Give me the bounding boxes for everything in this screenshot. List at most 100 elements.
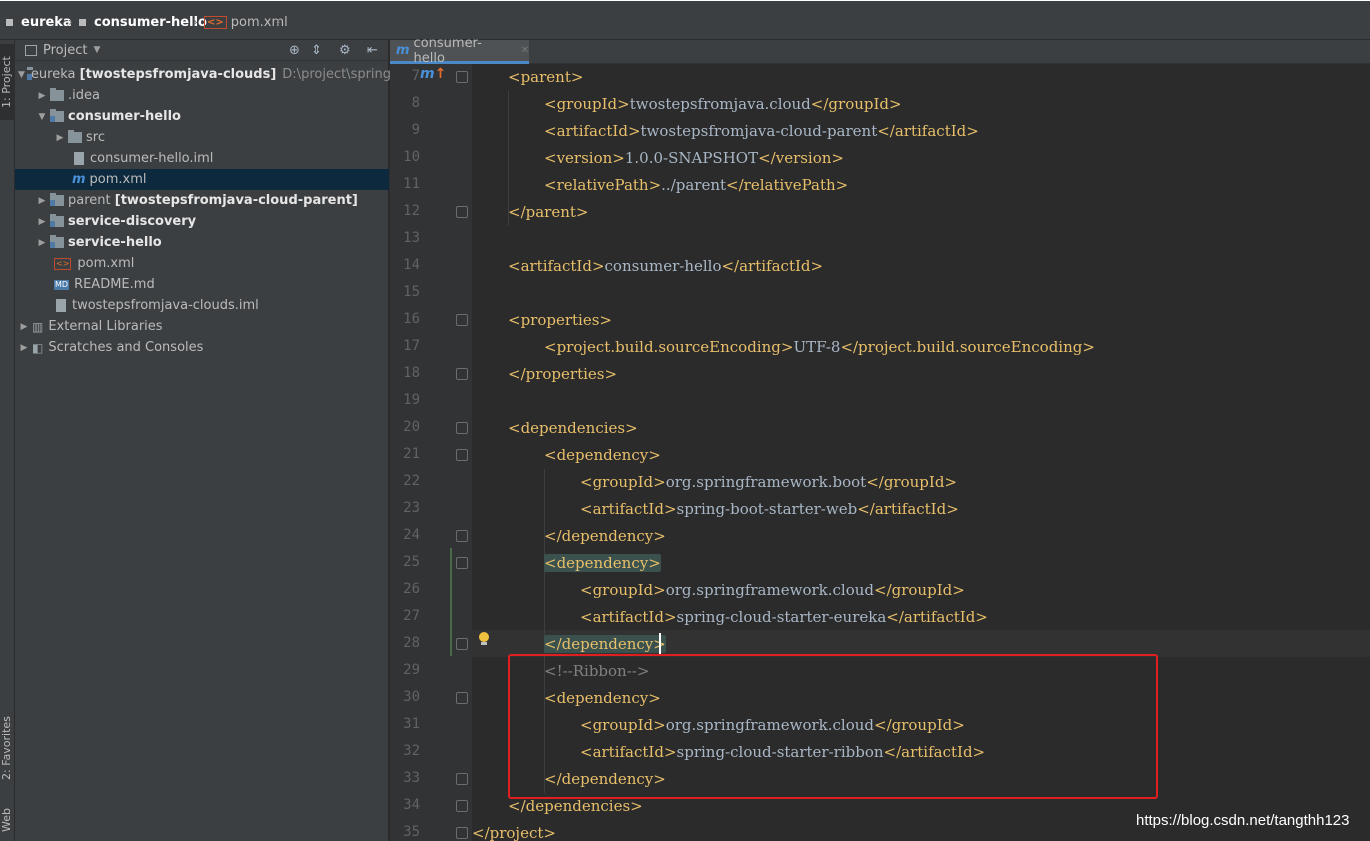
chevron-down-icon[interactable]: ▼ <box>93 45 100 55</box>
module-folder-icon <box>50 109 64 122</box>
collapsed-arrow-icon[interactable]: ▶ <box>36 91 48 101</box>
library-icon: ▥ <box>32 319 44 334</box>
code-line-18: </properties> <box>508 361 617 388</box>
fold-marker[interactable] <box>456 638 468 650</box>
line-number: 32 <box>403 743 420 759</box>
folder-icon <box>68 130 82 143</box>
fold-marker[interactable] <box>456 827 468 839</box>
module-folder-icon <box>50 235 64 248</box>
tree-item-scratches[interactable]: ▶ ◧ Scratches and Consoles <box>15 337 389 358</box>
line-number: 7 <box>411 68 420 84</box>
fold-marker[interactable] <box>456 206 468 218</box>
tree-item-service-hello[interactable]: ▶ service-hello <box>15 232 389 253</box>
tree-item-readme[interactable]: MD README.md <box>15 274 389 295</box>
fold-marker[interactable] <box>456 557 468 569</box>
tree-item-label: README.md <box>74 277 155 292</box>
code-line-10: <version>1.0.0-SNAPSHOT</version> <box>544 145 844 172</box>
tree-item-eureka[interactable]: ▼ eureka [twostepsfromjava-clouds] D:\pr… <box>15 64 412 85</box>
fold-marker[interactable] <box>456 449 468 461</box>
xml-file-icon: <> <box>54 257 72 270</box>
hide-panel-icon[interactable]: ⇤ <box>367 43 378 58</box>
xml-tag: </project> <box>472 824 556 841</box>
code-line-21: <dependency> <box>544 442 661 469</box>
project-tool-tab[interactable]: 1: Project <box>0 44 15 120</box>
tree-item-consumer-hello[interactable]: ▼ consumer-hello <box>15 106 389 127</box>
xml-tag: </relativePath> <box>726 176 849 194</box>
tree-item-label: twostepsfromjava-clouds.iml <box>72 298 259 313</box>
line-number: 21 <box>403 446 420 462</box>
tree-item-root-pom[interactable]: <> pom.xml <box>15 253 389 274</box>
collapsed-arrow-icon[interactable]: ▶ <box>36 196 48 206</box>
line-number: 12 <box>403 203 420 219</box>
tree-item-parent[interactable]: ▶ parent [twostepsfromjava-cloud-parent] <box>15 190 389 211</box>
xml-tag: </artifactId> <box>886 608 988 626</box>
collapsed-arrow-icon[interactable]: ▶ <box>54 133 66 143</box>
module-folder-icon <box>50 193 64 206</box>
project-panel-header: Project ▼ ⊕ ⇕ ⚙ ⇤ <box>15 40 389 61</box>
fold-marker[interactable] <box>456 530 468 542</box>
line-number: 20 <box>403 419 420 435</box>
code-line-7: <parent> <box>508 64 583 91</box>
tree-item-consumer-hello-iml[interactable]: consumer-hello.iml <box>15 148 389 169</box>
close-icon[interactable]: ✕ <box>521 45 529 56</box>
collapse-all-icon[interactable]: ⇕ <box>311 43 322 58</box>
fold-marker[interactable] <box>456 368 468 380</box>
breadcrumb-consumer-hello[interactable]: consumer-hello <box>79 13 207 31</box>
fold-marker[interactable] <box>456 800 468 812</box>
tree-item-pom-selected[interactable]: m pom.xml <box>15 169 389 190</box>
left-tool-strip: 1: Project 2: Favorites Web <box>0 40 15 841</box>
line-number: 30 <box>403 689 420 705</box>
project-panel: Project ▼ ⊕ ⇕ ⚙ ⇤ ▼ eureka [twostepsfrom… <box>15 40 412 841</box>
tree-item-external-libraries[interactable]: ▶ ▥ External Libraries <box>15 316 389 337</box>
locate-icon[interactable]: ⊕ <box>289 43 300 58</box>
expanded-arrow-icon[interactable]: ▼ <box>36 112 48 122</box>
module-icon <box>6 18 13 26</box>
editor-tab-pom[interactable]: m consumer-hello ✕ <box>390 36 529 66</box>
tree-item-clouds-iml[interactable]: twostepsfromjava-clouds.iml <box>15 295 389 316</box>
favorites-tool-tab[interactable]: 2: Favorites <box>0 708 15 788</box>
tree-item-label: Scratches and Consoles <box>48 340 204 355</box>
tree-item-src[interactable]: ▶ src <box>15 127 389 148</box>
text-caret <box>659 633 661 654</box>
collapsed-arrow-icon[interactable]: ▶ <box>18 343 30 353</box>
xml-text: twostepsfromjava.cloud <box>629 95 811 113</box>
xml-text: ../parent <box>661 176 727 194</box>
scratches-icon: ◧ <box>32 340 44 355</box>
fold-marker[interactable] <box>456 71 468 83</box>
tree-item-label: .idea <box>68 88 100 103</box>
xml-tag: </artifactId> <box>721 257 824 275</box>
line-number: 26 <box>403 581 420 597</box>
gear-icon[interactable]: ⚙ <box>339 43 351 58</box>
web-tool-tab-label: Web <box>0 808 13 832</box>
xml-tag: <relativePath> <box>544 176 662 194</box>
xml-text: org.springframework.boot <box>665 473 867 491</box>
iml-file-icon <box>56 299 66 312</box>
highlight-annotation-box <box>508 654 1158 799</box>
fold-marker[interactable] <box>456 773 468 785</box>
collapsed-arrow-icon[interactable]: ▶ <box>36 217 48 227</box>
line-number: 11 <box>403 176 420 192</box>
line-number: 16 <box>403 311 420 327</box>
breadcrumb-eureka[interactable]: eureka <box>6 13 72 31</box>
expanded-arrow-icon[interactable]: ▼ <box>18 70 25 80</box>
fold-marker[interactable] <box>456 692 468 704</box>
editor-tab-bar: m consumer-hello ✕ <box>390 36 1370 66</box>
code-line-24: </dependency> <box>544 523 666 550</box>
maven-parent-icon[interactable]: m↑ <box>420 66 446 82</box>
fold-marker[interactable] <box>456 422 468 434</box>
xml-tag: </dependencies> <box>508 797 643 815</box>
tree-item-idea[interactable]: ▶ .idea <box>15 85 389 106</box>
xml-tag: <artifactId> <box>580 500 677 518</box>
tree-item-service-discovery[interactable]: ▶ service-discovery <box>15 211 389 232</box>
line-number: 18 <box>403 365 420 381</box>
xml-tag: </version> <box>758 149 844 167</box>
line-number: 35 <box>403 824 420 840</box>
project-panel-title[interactable]: Project <box>43 43 87 58</box>
line-number: 27 <box>403 608 420 624</box>
collapsed-arrow-icon[interactable]: ▶ <box>36 238 48 248</box>
navigation-bar: eureka › consumer-hello › <> pom.xml › <box>0 0 1370 40</box>
tree-item-label: consumer-hello <box>68 109 181 124</box>
fold-marker[interactable] <box>456 314 468 326</box>
web-tool-tab[interactable]: Web <box>0 800 15 840</box>
collapsed-arrow-icon[interactable]: ▶ <box>18 322 30 332</box>
